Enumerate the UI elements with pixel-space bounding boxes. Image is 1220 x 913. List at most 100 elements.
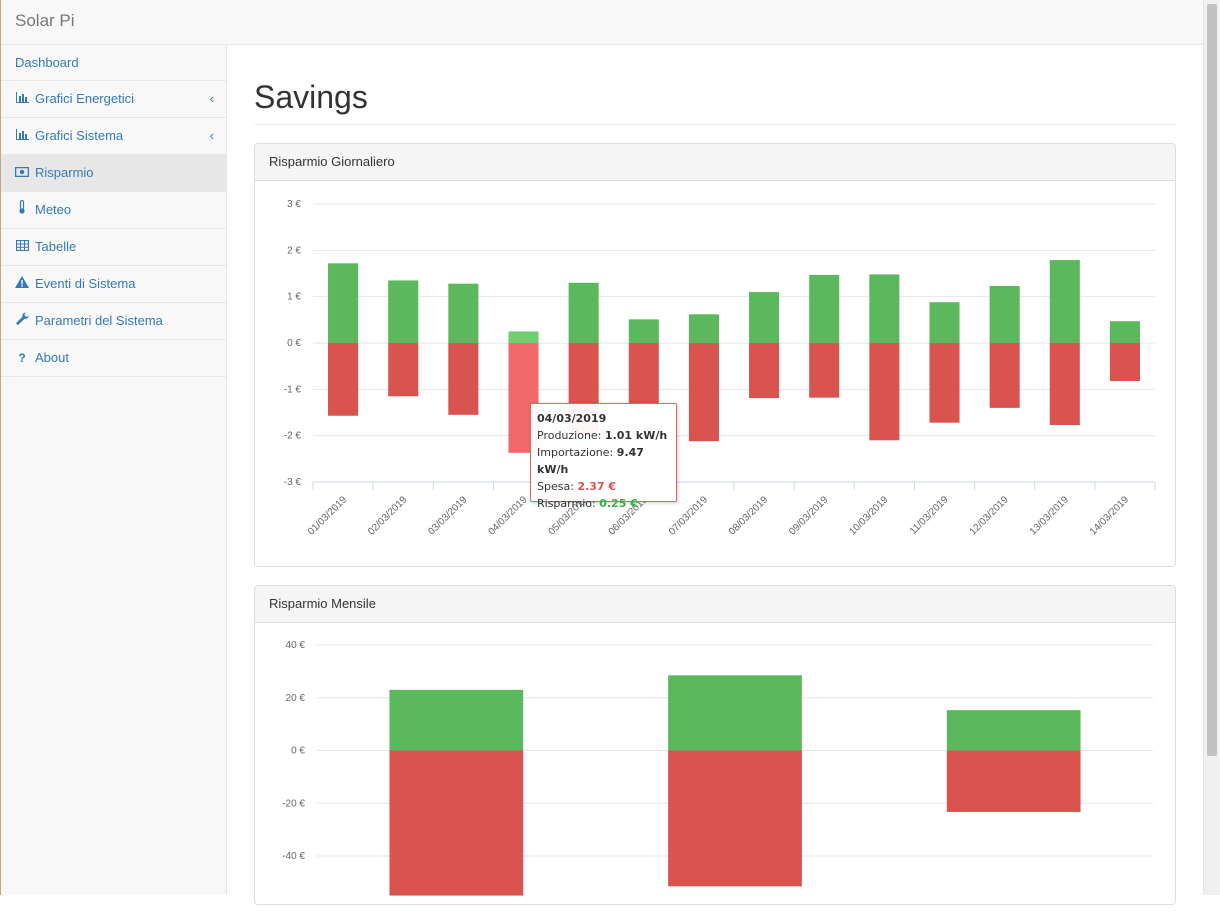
y-tick-label: 40 €	[286, 640, 306, 651]
x-tick-label: 08/03/2019	[727, 494, 770, 537]
tooltip-label: Risparmio:	[537, 497, 596, 510]
saving-bar[interactable]	[568, 282, 599, 343]
tooltip-produzione: Produzione: 1.01 kW/h	[537, 427, 670, 444]
saving-bar[interactable]	[869, 274, 900, 343]
y-tick-label: -1 €	[284, 384, 302, 395]
y-tick-label: 0 €	[291, 746, 305, 757]
monthly-savings-panel: Risparmio Mensile 40 € 20 € 0 € -20 € -40 €	[254, 585, 1176, 905]
spending-bar[interactable]	[929, 343, 960, 423]
tooltip-risparmio: Risparmio: 0.25 €	[537, 495, 670, 512]
sidebar-item-label: Eventi di Sistema	[35, 276, 136, 291]
sidebar-item-grafici-energetici[interactable]: Grafici Energetici ‹	[1, 81, 226, 118]
sidebar-item-label: Tabelle	[35, 239, 77, 254]
saving-bar[interactable]	[508, 331, 539, 343]
main-content: Savings Risparmio Giornaliero 3 € 2 € 1 € 0…	[228, 45, 1203, 905]
brand-title[interactable]: Solar Pi	[15, 11, 75, 31]
top-navbar: Solar Pi	[1, 0, 1203, 45]
tooltip-value: 2.37 €	[577, 480, 617, 493]
saving-bar[interactable]	[328, 263, 359, 343]
sidebar: Dashboard Grafici Energetici ‹ Grafici S…	[1, 45, 227, 895]
daily-savings-panel: Risparmio Giornaliero 3 € 2 € 1 € 0 € -1 € -2…	[254, 143, 1176, 567]
chart-tooltip: 04/03/2019 Produzione: 1.01 kW/h Importa…	[530, 403, 677, 510]
wrench-icon	[15, 303, 29, 339]
saving-bar[interactable]	[809, 274, 840, 343]
tooltip-value: 0.25 €	[599, 497, 638, 510]
y-tick-label: -20 €	[282, 798, 305, 809]
sidebar-item-label: Dashboard	[15, 55, 79, 70]
spending-bar[interactable]	[809, 343, 840, 398]
sidebar-item-eventi-di-sistema[interactable]: Eventi di Sistema	[1, 266, 226, 303]
sidebar-item-risparmio[interactable]: Risparmio	[1, 155, 226, 192]
spending-bar[interactable]	[668, 750, 802, 887]
y-tick-label: -40 €	[282, 851, 305, 862]
y-tick-label: 20 €	[286, 693, 306, 704]
money-icon	[14, 155, 30, 191]
x-tick-label: 13/03/2019	[1028, 494, 1071, 537]
saving-bar[interactable]	[688, 314, 719, 343]
saving-bar[interactable]	[388, 280, 419, 343]
monthly-savings-chart: 40 € 20 € 0 € -20 € -40 €	[282, 640, 1153, 896]
tooltip-importazione: Importazione: 9.47 kW/h	[537, 444, 670, 478]
chevron-left-icon[interactable]: ‹	[210, 81, 214, 117]
spending-bar[interactable]	[388, 343, 419, 397]
saving-bar[interactable]	[749, 292, 780, 343]
panel-title: Risparmio Giornaliero	[255, 144, 1175, 181]
saving-bar[interactable]	[389, 689, 524, 751]
saving-bar[interactable]	[989, 286, 1020, 343]
tooltip-label: Spesa:	[537, 480, 574, 493]
table-icon	[15, 229, 29, 265]
daily-savings-chart: 3 € 2 € 1 € 0 € -1 € -2 € -3 € 01/03/2019 02/03/…	[284, 199, 1156, 538]
sidebar-item-parametri-del-sistema[interactable]: Parametri del Sistema	[1, 303, 226, 340]
tooltip-date: 04/03/2019	[537, 412, 607, 425]
sidebar-item-label: About	[35, 350, 69, 365]
x-tick-label: 12/03/2019	[968, 494, 1011, 537]
saving-bar[interactable]	[668, 675, 802, 751]
chevron-left-icon[interactable]: ‹	[210, 118, 214, 154]
sidebar-item-label: Meteo	[35, 202, 72, 217]
y-tick-label: 1 €	[287, 292, 301, 303]
spending-bar[interactable]	[1109, 343, 1140, 381]
spending-bar[interactable]	[328, 343, 359, 416]
saving-bar[interactable]	[946, 710, 1081, 751]
sidebar-item-dashboard[interactable]: Dashboard	[1, 45, 226, 81]
vertical-scrollbar[interactable]	[1203, 0, 1220, 895]
page-title: Savings	[254, 79, 368, 115]
sidebar-item-meteo[interactable]: Meteo	[1, 192, 226, 229]
tooltip-spesa: Spesa: 2.37 €	[537, 478, 670, 495]
y-tick-label: 2 €	[287, 245, 301, 256]
x-tick-label: 01/03/2019	[306, 494, 349, 537]
sidebar-item-label: Grafici Energetici	[35, 91, 134, 106]
spending-bar[interactable]	[749, 343, 780, 399]
spending-bar[interactable]	[448, 343, 479, 415]
spending-bar[interactable]	[989, 343, 1020, 408]
sidebar-item-grafici-sistema[interactable]: Grafici Sistema ‹	[1, 118, 226, 155]
y-tick-label: -2 €	[284, 431, 302, 442]
saving-bar[interactable]	[628, 319, 659, 343]
spending-bar[interactable]	[869, 343, 900, 441]
spending-bar[interactable]	[946, 750, 1081, 812]
spending-bar[interactable]	[389, 750, 524, 896]
y-tick-label: 3 €	[287, 199, 301, 210]
sidebar-item-label: Parametri del Sistema	[35, 313, 163, 328]
scrollbar-thumb[interactable]	[1207, 4, 1217, 756]
bar-chart-icon	[15, 118, 29, 154]
spending-bar[interactable]	[1049, 343, 1080, 426]
y-tick-label: 0 €	[287, 338, 301, 349]
sidebar-item-tabelle[interactable]: Tabelle	[1, 229, 226, 266]
thermometer-icon	[15, 192, 29, 228]
x-tick-label: 11/03/2019	[908, 494, 951, 537]
saving-bar[interactable]	[1109, 321, 1140, 343]
saving-bar[interactable]	[1049, 260, 1080, 343]
warning-icon	[15, 266, 29, 302]
saving-bar[interactable]	[448, 283, 479, 343]
spending-bar[interactable]	[628, 343, 659, 404]
saving-bar[interactable]	[929, 302, 960, 343]
sidebar-item-label: Grafici Sistema	[35, 128, 124, 143]
question-icon: ?	[18, 351, 26, 365]
sidebar-item-label: Risparmio	[35, 165, 94, 180]
y-tick-label: -3 €	[284, 477, 302, 488]
x-tick-label: 03/03/2019	[426, 494, 469, 537]
x-tick-label: 10/03/2019	[847, 494, 890, 537]
sidebar-item-about[interactable]: ? About	[1, 340, 226, 377]
spending-bar[interactable]	[688, 343, 719, 442]
